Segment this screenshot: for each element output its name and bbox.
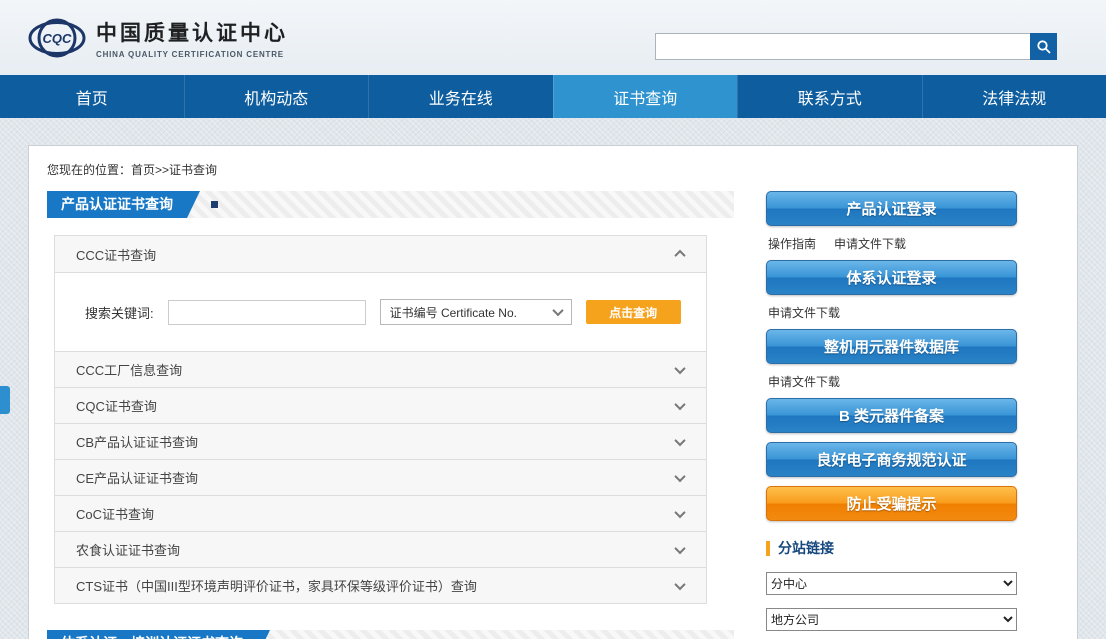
accordion-cqc-cert[interactable]: CQC证书查询 — [55, 387, 706, 423]
accordion-ccc-factory[interactable]: CCC工厂信息查询 — [55, 351, 706, 387]
query-button[interactable]: 点击查询 — [586, 300, 681, 324]
main-nav: 首页 机构动态 业务在线 证书查询 联系方式 法律法规 — [0, 75, 1106, 118]
branch-select-local-company[interactable]: 地方公司 — [766, 608, 1017, 631]
component-db-button[interactable]: 整机用元器件数据库 — [766, 329, 1017, 364]
accordion-agrifood-cert[interactable]: 农食认证证书查询 — [55, 531, 706, 567]
logo[interactable]: CQC 中国质量认证中心 CHINA QUALITY CERTIFICATION… — [28, 11, 288, 65]
keyword-label: 搜索关键词: — [85, 303, 154, 322]
chevron-down-icon — [674, 542, 685, 553]
link-row-3: 申请文件下载 — [768, 373, 1015, 390]
orange-bar-icon — [766, 541, 770, 556]
accordion-label: CCC工厂信息查询 — [76, 360, 182, 379]
product-login-button[interactable]: 产品认证登录 — [766, 191, 1017, 226]
certificate-accordion: CCC证书查询 搜索关键词: 证书编号 Certificate No. 点击查询 — [54, 235, 707, 604]
content-columns: 产品认证证书查询 CCC证书查询 搜索关键词: 证书编号 Certifi — [29, 191, 1077, 639]
ecommerce-cert-button[interactable]: 良好电子商务规范认证 — [766, 442, 1017, 477]
accordion-label: CCC证书查询 — [76, 245, 156, 264]
chevron-down-icon — [674, 506, 685, 517]
nav-item-contact[interactable]: 联系方式 — [737, 75, 922, 118]
breadcrumb-path[interactable]: 首页>>证书查询 — [131, 163, 217, 177]
breadcrumb: 您现在的位置：首页>>证书查询 — [29, 146, 1077, 191]
chevron-down-icon — [674, 434, 685, 445]
logo-title-cn: 中国质量认证中心 — [96, 17, 288, 47]
section-title-product: 产品认证证书查询 — [47, 191, 187, 218]
accordion-cb-cert[interactable]: CB产品认证证书查询 — [55, 423, 706, 459]
download-link-2[interactable]: 申请文件下载 — [768, 304, 840, 321]
search-icon — [1036, 39, 1052, 55]
keyword-input[interactable] — [168, 300, 366, 325]
link-row-2: 申请文件下载 — [768, 304, 1015, 321]
guide-link[interactable]: 操作指南 — [768, 235, 816, 252]
section-title-system: 体系认证、培训认证证书查询 — [47, 630, 257, 639]
banner-dot-icon — [211, 201, 218, 208]
accordion-coc-cert[interactable]: CoC证书查询 — [55, 495, 706, 531]
download-link-3[interactable]: 申请文件下载 — [768, 373, 840, 390]
certificate-type-value: 证书编号 Certificate No. — [390, 304, 517, 321]
chevron-down-icon — [674, 470, 685, 481]
section-banner-product: 产品认证证书查询 — [47, 191, 734, 218]
left-column: 产品认证证书查询 CCC证书查询 搜索关键词: 证书编号 Certifi — [47, 191, 734, 639]
accordion-label: CTS证书（中国III型环境声明评价证书，家具环保等级评价证书）查询 — [76, 576, 477, 595]
header-search — [655, 33, 1057, 60]
nav-item-business[interactable]: 业务在线 — [368, 75, 553, 118]
logo-text: 中国质量认证中心 CHINA QUALITY CERTIFICATION CEN… — [96, 17, 288, 59]
chevron-down-icon — [552, 305, 563, 316]
fraud-warning-button[interactable]: 防止受骗提示 — [766, 486, 1017, 521]
search-button[interactable] — [1030, 33, 1057, 60]
class-b-filing-button[interactable]: B 类元器件备案 — [766, 398, 1017, 433]
system-login-button[interactable]: 体系认证登录 — [766, 260, 1017, 295]
accordion-label: CQC证书查询 — [76, 396, 157, 415]
accordion-label: CE产品认证证书查询 — [76, 468, 198, 487]
chevron-up-icon — [674, 250, 685, 261]
branch-links-label: 分站链接 — [778, 538, 834, 558]
chevron-down-icon — [674, 398, 685, 409]
accordion-label: CoC证书查询 — [76, 504, 154, 523]
logo-title-en: CHINA QUALITY CERTIFICATION CENTRE — [96, 50, 288, 59]
right-sidebar: 产品认证登录 操作指南 申请文件下载 体系认证登录 申请文件下载 整机用元器件数… — [766, 191, 1017, 639]
certificate-type-select[interactable]: 证书编号 Certificate No. — [380, 299, 572, 325]
accordion-ce-cert[interactable]: CE产品认证证书查询 — [55, 459, 706, 495]
svg-text:CQC: CQC — [43, 31, 73, 46]
accordion-label: CB产品认证证书查询 — [76, 432, 198, 451]
nav-item-news[interactable]: 机构动态 — [184, 75, 369, 118]
cqc-logo-icon: CQC — [28, 11, 86, 65]
nav-item-home[interactable]: 首页 — [0, 75, 184, 118]
section-banner-system: 体系认证、培训认证证书查询 — [47, 630, 734, 639]
nav-item-certificate-query[interactable]: 证书查询 — [553, 75, 738, 118]
link-row-1: 操作指南 申请文件下载 — [768, 235, 1015, 252]
accordion-cts-cert[interactable]: CTS证书（中国III型环境声明评价证书，家具环保等级评价证书）查询 — [55, 567, 706, 603]
ccc-search-panel: 搜索关键词: 证书编号 Certificate No. 点击查询 — [55, 272, 706, 351]
branch-links-title: 分站链接 — [766, 538, 1017, 558]
header: CQC 中国质量认证中心 CHINA QUALITY CERTIFICATION… — [0, 0, 1106, 75]
branch-select-center[interactable]: 分中心 — [766, 572, 1017, 595]
chevron-down-icon — [674, 578, 685, 589]
download-link-1[interactable]: 申请文件下载 — [834, 235, 906, 252]
ccc-search-form: 搜索关键词: 证书编号 Certificate No. 点击查询 — [55, 299, 706, 325]
breadcrumb-prefix: 您现在的位置： — [47, 163, 131, 177]
accordion-item-ccc: CCC证书查询 搜索关键词: 证书编号 Certificate No. 点击查询 — [55, 236, 706, 351]
nav-item-legal[interactable]: 法律法规 — [922, 75, 1106, 118]
accordion-ccc-cert[interactable]: CCC证书查询 — [55, 236, 706, 272]
floating-widget[interactable] — [0, 386, 10, 414]
search-input[interactable] — [655, 33, 1030, 60]
chevron-down-icon — [674, 362, 685, 373]
accordion-label: 农食认证证书查询 — [76, 540, 180, 559]
content-card: 您现在的位置：首页>>证书查询 产品认证证书查询 CCC证书查询 搜索关键词: — [28, 145, 1078, 639]
